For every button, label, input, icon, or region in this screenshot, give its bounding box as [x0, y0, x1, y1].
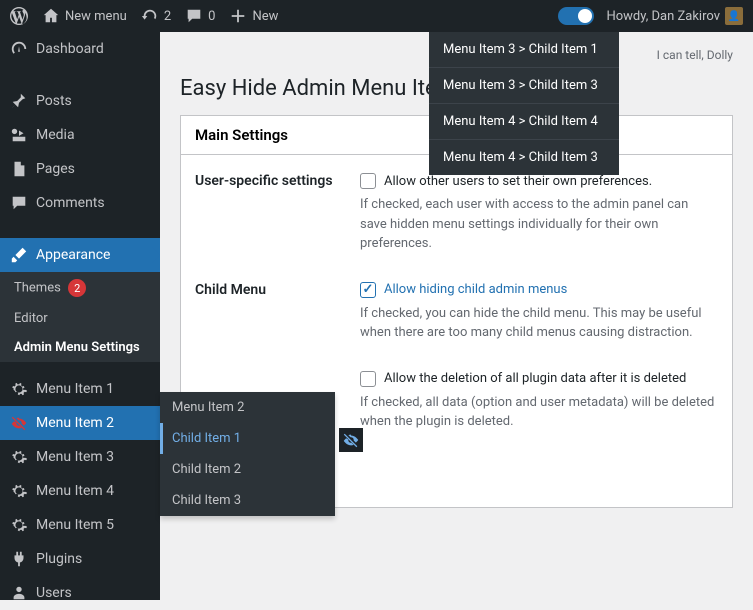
dropdown-item[interactable]: Menu Item 4 > Child Item 3 — [429, 139, 619, 175]
sidebar-label: Menu Item 2 — [36, 415, 114, 431]
flyout-head[interactable]: Menu Item 2 — [160, 392, 335, 423]
comments-bubble[interactable]: 0 — [185, 7, 215, 25]
dropdown-item[interactable]: Menu Item 3 > Child Item 3 — [429, 67, 619, 103]
checkbox-delete-data[interactable] — [360, 371, 376, 387]
sidebar-label: Menu Item 1 — [36, 381, 114, 397]
flyout-item[interactable]: Child Item 3 — [160, 485, 335, 516]
pin-icon — [10, 92, 28, 110]
sidebar-label: Comments — [36, 195, 105, 211]
comment-icon — [10, 194, 28, 212]
dropdown-item[interactable]: Menu Item 4 > Child Item 4 — [429, 103, 619, 139]
new-content[interactable]: New — [229, 7, 278, 25]
sidebar-item-users[interactable]: Users — [0, 576, 160, 610]
submenu-themes[interactable]: Themes 2 — [0, 272, 160, 304]
setting-description: If checked, you can hide the child menu.… — [360, 304, 718, 343]
plugin-icon — [10, 550, 28, 568]
sidebar-item-menu5[interactable]: Menu Item 5 — [0, 508, 160, 542]
refresh-icon — [141, 7, 159, 25]
gear-icon — [10, 448, 28, 466]
submenu-flyout: Menu Item 2 Child Item 1 Child Item 2 Ch… — [160, 392, 335, 516]
sidebar-item-menu3[interactable]: Menu Item 3 — [0, 440, 160, 474]
checkbox-label[interactable]: Allow the deletion of all plugin data af… — [384, 371, 686, 386]
setting-description: If checked, all data (option and user me… — [360, 393, 718, 432]
brush-icon — [10, 246, 28, 264]
avatar: 👤 — [725, 7, 743, 25]
sidebar-item-plugins[interactable]: Plugins — [0, 542, 160, 576]
plus-icon — [229, 7, 247, 25]
setting-row-user-specific: User-specific settings Allow other users… — [195, 173, 718, 254]
eye-slash-icon — [10, 414, 28, 432]
gear-icon — [10, 482, 28, 500]
sidebar-label: Users — [36, 585, 72, 601]
sidebar-item-posts[interactable]: Posts — [0, 84, 160, 118]
setting-description: If checked, each user with access to the… — [360, 195, 718, 254]
admin-sidebar: Dashboard Posts Media Pages Comments App… — [0, 32, 160, 600]
checkbox-label[interactable]: Allow other users to set their own prefe… — [384, 174, 652, 189]
submenu-label: Admin Menu Settings — [14, 340, 140, 355]
comment-icon — [185, 7, 203, 25]
setting-label: User-specific settings — [195, 173, 360, 254]
sidebar-label: Posts — [36, 93, 72, 109]
flyout-item[interactable]: Child Item 1 — [160, 423, 335, 454]
submenu-editor[interactable]: Editor — [0, 304, 160, 333]
appearance-submenu: Themes 2 Editor Admin Menu Settings — [0, 272, 160, 362]
sidebar-item-menu4[interactable]: Menu Item 4 — [0, 474, 160, 508]
submenu-label: Themes — [14, 281, 61, 296]
admin-bar: New menu 2 0 New Howdy, Dan Zakirov 👤 — [0, 0, 753, 32]
account-greeting[interactable]: Howdy, Dan Zakirov 👤 — [606, 7, 743, 25]
new-label: New — [252, 9, 278, 24]
checkbox-user-specific[interactable] — [360, 173, 376, 189]
dashboard-icon — [10, 40, 28, 58]
sidebar-label: Pages — [36, 161, 75, 177]
greeting-text: Howdy, Dan Zakirov — [606, 9, 720, 24]
flyout-item[interactable]: Child Item 2 — [160, 454, 335, 485]
eye-slash-icon — [342, 431, 360, 449]
submenu-admin-menu-settings[interactable]: Admin Menu Settings — [0, 333, 160, 362]
sidebar-label: Menu Item 3 — [36, 449, 114, 465]
new-menu-label: New menu — [65, 9, 127, 24]
sidebar-label: Plugins — [36, 551, 82, 567]
sidebar-item-appearance[interactable]: Appearance — [0, 238, 160, 272]
sidebar-label: Media — [36, 127, 75, 143]
comments-count: 0 — [208, 9, 215, 24]
checkbox-label[interactable]: Allow hiding child admin menus — [384, 282, 567, 297]
hide-toggle[interactable] — [558, 7, 594, 25]
pages-icon — [10, 160, 28, 178]
site-home[interactable]: New menu — [42, 7, 127, 25]
update-badge: 2 — [68, 279, 86, 297]
sidebar-item-menu2[interactable]: Menu Item 2 — [0, 406, 160, 440]
sidebar-label: Menu Item 5 — [36, 517, 114, 533]
dropdown-item[interactable]: Menu Item 3 > Child Item 1 — [429, 32, 619, 67]
hide-child-icon[interactable] — [339, 428, 363, 452]
sidebar-item-pages[interactable]: Pages — [0, 152, 160, 186]
checkbox-child-menu[interactable] — [360, 282, 376, 298]
updates-count: 2 — [164, 9, 171, 24]
sidebar-item-media[interactable]: Media — [0, 118, 160, 152]
updates[interactable]: 2 — [141, 7, 171, 25]
sidebar-item-dashboard[interactable]: Dashboard — [0, 32, 160, 66]
submenu-label: Editor — [14, 311, 48, 326]
media-icon — [10, 126, 28, 144]
sidebar-label: Appearance — [36, 247, 110, 263]
wp-logo[interactable] — [10, 7, 28, 25]
sidebar-label: Dashboard — [36, 41, 104, 57]
home-icon — [42, 7, 60, 25]
user-icon — [10, 584, 28, 602]
setting-row-child-menu: Child Menu Allow hiding child admin menu… — [195, 282, 718, 343]
sidebar-item-comments[interactable]: Comments — [0, 186, 160, 220]
sidebar-item-menu1[interactable]: Menu Item 1 — [0, 372, 160, 406]
setting-label: Child Menu — [195, 282, 360, 343]
wordpress-icon — [10, 7, 28, 25]
gear-icon — [10, 380, 28, 398]
gear-icon — [10, 516, 28, 534]
sidebar-label: Menu Item 4 — [36, 483, 114, 499]
hidden-items-dropdown: Menu Item 3 > Child Item 1 Menu Item 3 >… — [429, 32, 619, 175]
